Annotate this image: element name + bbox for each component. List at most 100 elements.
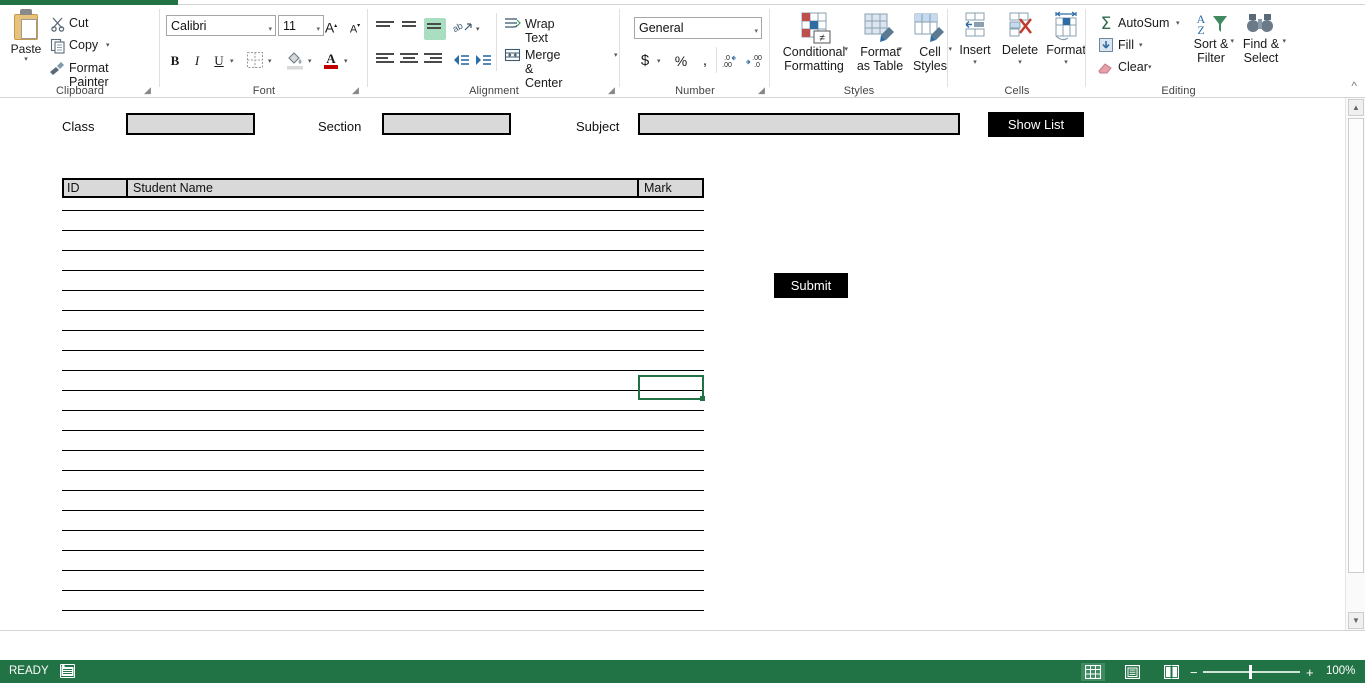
format-as-table-button[interactable]: Format as Table ▾ xyxy=(852,11,908,74)
borders-caret-icon[interactable]: ▾ xyxy=(268,57,272,65)
vertical-scroll-thumb[interactable] xyxy=(1348,118,1364,573)
increase-indent-button[interactable] xyxy=(474,53,492,67)
zoom-in-button[interactable]: + xyxy=(1306,665,1314,680)
currency-button[interactable]: $ xyxy=(634,50,656,72)
cell-styles-button[interactable]: Cell Styles ▾ xyxy=(910,11,952,74)
fill-handle[interactable] xyxy=(700,396,705,401)
conditional-formatting-label: Conditional Formatting xyxy=(782,45,846,74)
conditional-formatting-caret-icon[interactable]: ▾ xyxy=(844,45,848,53)
align-middle-button[interactable] xyxy=(400,19,422,39)
page-layout-view-button[interactable] xyxy=(1120,663,1144,681)
section-input[interactable] xyxy=(382,113,511,135)
underline-button[interactable]: U xyxy=(208,50,230,72)
number-format-combo[interactable]: General ▾ xyxy=(634,17,762,39)
ribbon: Paste ▾ Cut Copy ▾ Format Painter Clipbo… xyxy=(0,5,1365,98)
collapse-ribbon-button[interactable]: ^ xyxy=(1351,79,1357,93)
table-header-sep-1 xyxy=(126,178,128,198)
decrease-indent-button[interactable] xyxy=(452,53,470,67)
font-name-combo[interactable]: Calibri ▾ xyxy=(166,15,276,36)
fill-color-button[interactable] xyxy=(286,50,304,70)
zoom-slider-thumb[interactable] xyxy=(1249,665,1252,679)
wrap-text-label: Wrap Text xyxy=(525,17,555,45)
font-color-button[interactable]: A xyxy=(322,50,340,70)
font-size-combo[interactable]: 11 ▾ xyxy=(278,15,324,36)
conditional-formatting-button[interactable]: ≠ Conditional Formatting ▾ xyxy=(778,11,850,74)
table-row-line xyxy=(62,570,704,571)
decrease-indent-icon xyxy=(454,55,469,65)
increase-decimal-button[interactable]: .0 .00 xyxy=(722,52,742,70)
italic-button[interactable]: I xyxy=(186,50,208,72)
table-row-line xyxy=(62,310,704,311)
comma-style-button[interactable]: , xyxy=(694,50,716,72)
table-row-line xyxy=(62,430,704,431)
submit-button[interactable]: Submit xyxy=(774,273,848,298)
font-dialog-launcher[interactable]: ◢ xyxy=(352,85,362,95)
conditional-formatting-icon: ≠ xyxy=(801,12,831,44)
orientation-caret-icon[interactable]: ▾ xyxy=(476,25,480,33)
cell-styles-icon xyxy=(914,13,944,42)
align-top-button[interactable] xyxy=(376,19,398,39)
font-name-caret-icon[interactable]: ▾ xyxy=(268,22,272,38)
percent-button[interactable]: % xyxy=(670,50,692,72)
page-break-preview-button[interactable] xyxy=(1159,663,1183,681)
format-cells-button[interactable]: Format ▾ xyxy=(1044,11,1088,66)
ribbon-group-styles: ≠ Conditional Formatting ▾ Format as Tab… xyxy=(770,5,952,98)
orientation-button[interactable]: ab xyxy=(453,19,473,37)
scroll-up-button[interactable]: ▲ xyxy=(1348,99,1364,116)
table-row-line xyxy=(62,290,704,291)
merge-center-caret-icon[interactable]: ▾ xyxy=(614,51,618,59)
insert-cells-icon xyxy=(965,12,985,37)
subject-input[interactable] xyxy=(638,113,960,135)
number-format-caret-icon[interactable]: ▾ xyxy=(754,24,758,40)
class-input[interactable] xyxy=(126,113,255,135)
macro-record-icon[interactable] xyxy=(60,664,75,678)
show-list-button[interactable]: Show List xyxy=(988,112,1084,137)
clear-caret-icon[interactable]: ▾ xyxy=(1148,63,1152,71)
find-select-caret-icon[interactable]: ▾ xyxy=(1282,37,1286,45)
cut-label: Cut xyxy=(69,16,89,30)
grow-font-button[interactable]: A▴ xyxy=(320,15,342,37)
find-select-button[interactable]: Find & Select ▾ xyxy=(1236,11,1286,66)
format-as-table-caret-icon[interactable]: ▾ xyxy=(898,45,902,53)
fill-caret-icon[interactable]: ▾ xyxy=(1139,41,1143,49)
number-dialog-launcher[interactable]: ◢ xyxy=(758,85,768,95)
sort-filter-button[interactable]: A Z Sort & Filter ▾ xyxy=(1188,11,1234,66)
decrease-decimal-button[interactable]: .00 .0 xyxy=(744,52,764,70)
alignment-dialog-launcher[interactable]: ◢ xyxy=(608,85,618,95)
subject-label: Subject xyxy=(576,119,620,134)
scroll-down-button[interactable]: ▼ xyxy=(1348,612,1364,629)
borders-icon xyxy=(247,52,263,68)
insert-cells-button[interactable]: Insert ▾ xyxy=(954,11,996,66)
vertical-scrollbar[interactable]: ▲ ▼ xyxy=(1345,98,1365,630)
copy-dropdown-caret-icon[interactable]: ▾ xyxy=(106,41,110,49)
delete-cells-button[interactable]: Delete ▾ xyxy=(998,11,1042,66)
normal-view-button[interactable] xyxy=(1081,663,1105,681)
zoom-out-button[interactable]: − xyxy=(1190,665,1198,680)
ribbon-group-alignment: ab ▾ Wrap Text Merge & Center ▾ Alignmen… xyxy=(368,5,620,98)
table-row-line xyxy=(62,390,704,391)
table-row-line xyxy=(62,230,704,231)
fill-color-caret-icon[interactable]: ▾ xyxy=(308,57,312,65)
align-bottom-button[interactable] xyxy=(424,18,446,40)
autosum-caret-icon[interactable]: ▾ xyxy=(1176,19,1180,27)
align-center-button[interactable] xyxy=(400,51,422,71)
number-group-label: Number xyxy=(675,85,715,97)
align-right-button[interactable] xyxy=(424,51,446,71)
align-left-button[interactable] xyxy=(376,51,398,71)
delete-caret-icon[interactable]: ▾ xyxy=(998,58,1042,66)
underline-caret-icon[interactable]: ▾ xyxy=(230,57,234,65)
currency-caret-icon[interactable]: ▾ xyxy=(657,57,661,65)
selected-cell[interactable] xyxy=(638,375,704,400)
class-label: Class xyxy=(62,119,95,134)
cells-group-label: Cells xyxy=(1004,85,1030,97)
sort-filter-caret-icon[interactable]: ▾ xyxy=(1230,37,1234,45)
font-color-caret-icon[interactable]: ▾ xyxy=(344,57,348,65)
paste-button[interactable]: Paste ▾ xyxy=(6,9,46,63)
shrink-font-button[interactable]: A▾ xyxy=(344,15,366,37)
format-caret-icon[interactable]: ▾ xyxy=(1044,58,1088,66)
bold-button[interactable]: B xyxy=(164,50,186,72)
clipboard-dialog-launcher[interactable]: ◢ xyxy=(144,85,154,95)
insert-caret-icon[interactable]: ▾ xyxy=(954,58,996,66)
borders-button[interactable] xyxy=(246,51,264,69)
worksheet[interactable]: Class Section Subject Show List ID Stude… xyxy=(0,98,1345,630)
